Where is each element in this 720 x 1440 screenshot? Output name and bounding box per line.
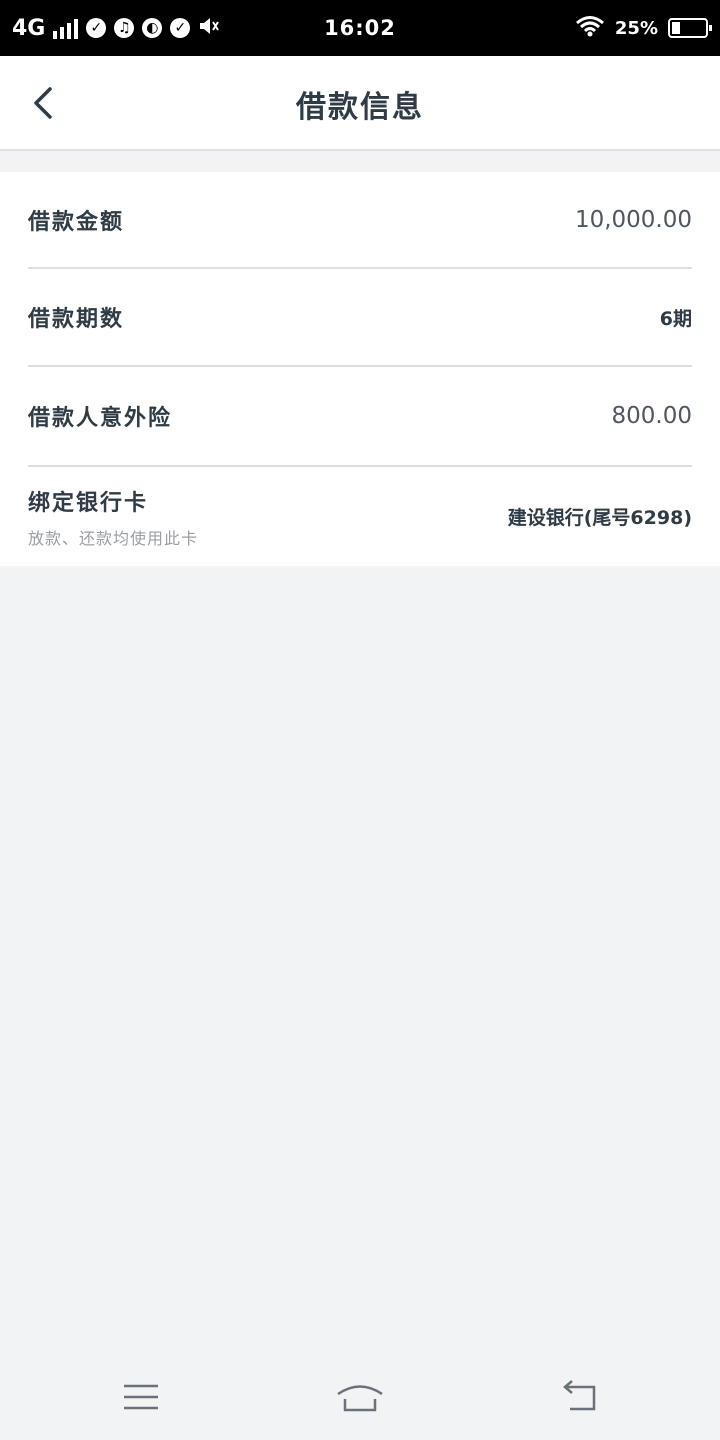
loan-amount-label: 借款金额 <box>28 209 125 235</box>
loan-term-value: 6期 <box>659 307 692 330</box>
home-button[interactable] <box>335 1377 385 1417</box>
header-bar: 借款信息 <box>0 56 720 151</box>
back-arrow-icon <box>563 1380 596 1411</box>
loan-term-row: 借款期数 6期 <box>28 269 692 367</box>
bank-card-hint: 放款、还款均使用此卡 <box>28 528 199 548</box>
loan-info-card: 借款金额 10,000.00 借款期数 6期 借款人意外险 800.00 绑定银… <box>0 172 720 566</box>
home-icon <box>337 1385 383 1412</box>
bank-card-row[interactable]: 绑定银行卡 放款、还款均使用此卡 建设银行(尾号6298) <box>28 467 692 566</box>
system-nav-bar <box>0 1355 720 1440</box>
menu-button[interactable] <box>116 1377 166 1417</box>
loan-amount-row: 借款金额 10,000.00 <box>28 172 692 269</box>
status-time: 16:02 <box>324 16 396 40</box>
status-bar: 4G ✓ ♫ ◐ ✓ 16:02 25% <box>0 0 720 56</box>
insurance-row: 借款人意外险 800.00 <box>28 367 692 467</box>
loan-term-label: 借款期数 <box>28 307 125 332</box>
insurance-value: 800.00 <box>611 403 692 429</box>
battery-icon <box>668 18 712 38</box>
bank-card-label: 绑定银行卡 <box>28 490 149 516</box>
insurance-label: 借款人意外险 <box>28 406 173 431</box>
loan-amount-value: 10,000.00 <box>574 206 692 233</box>
bank-card-label-group: 绑定银行卡 放款、还款均使用此卡 <box>28 485 198 549</box>
back-nav-button[interactable] <box>556 1377 606 1417</box>
battery-fill <box>672 22 680 34</box>
bank-card-value: 建设银行(尾号6298) <box>507 507 692 529</box>
page-title: 借款信息 <box>296 90 424 125</box>
menu-icon <box>124 1384 158 1410</box>
